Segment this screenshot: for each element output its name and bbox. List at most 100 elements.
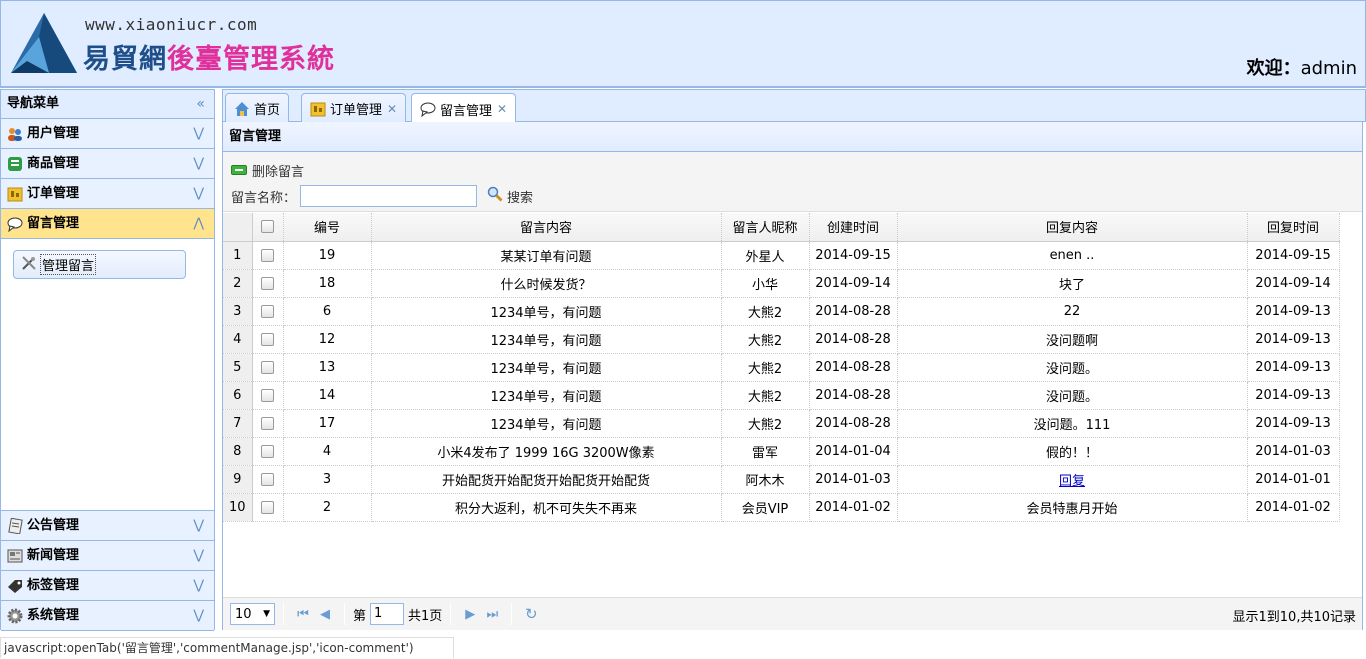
cell-content: 1234单号，有问题 (371, 297, 722, 326)
pager-separator (511, 603, 513, 625)
close-icon[interactable]: ✕ (387, 102, 397, 116)
tab-bar: 首页 订单管理 ✕ 留言管理 ✕ (222, 89, 1366, 124)
search-button-label: 搜索 (507, 190, 534, 206)
delete-comment-label: 删除留言 (252, 164, 305, 180)
table-row[interactable]: 2 18 什么时候发货？ 小华 2014-09-14 块了 2014-09-14 (223, 269, 1340, 298)
sidebar-group-label: 标签管理 (27, 578, 80, 593)
table-row[interactable]: 5 13 1234单号，有问题 大熊2 2014-08-28 没问题。 2014-09-13 (223, 353, 1340, 382)
row-checkbox[interactable] (261, 388, 274, 402)
cell-content: 1234单号，有问题 (371, 381, 722, 410)
notice-icon (7, 517, 23, 534)
prev-page-icon[interactable]: ◀ (314, 607, 336, 622)
next-page-icon[interactable]: ▶ (459, 607, 481, 622)
cell-reply-time: 2014-09-14 (1247, 269, 1340, 298)
page-total: 共1页 (408, 608, 443, 624)
cell-id: 19 (283, 241, 372, 270)
row-checkbox[interactable] (261, 248, 274, 262)
select-all-header[interactable] (252, 213, 284, 242)
comment-panel: 留言管理 删除留言 留言名称： 搜索 编号 留言内容 留言人昵称 创建时间 回复… (222, 122, 1363, 630)
column-header-reply-time[interactable]: 回复时间 (1247, 213, 1340, 242)
collapse-sidebar-icon[interactable]: « (196, 90, 205, 118)
cell-nickname: 大熊2 (721, 409, 810, 438)
delete-icon (231, 165, 247, 175)
cell-created: 2014-08-28 (809, 297, 898, 326)
table-row[interactable]: 7 17 1234单号，有问题 大熊2 2014-08-28 没问题。111 2014-09… (223, 409, 1340, 438)
cell-content: 小米4发布了 1999 16G 3200W像素 (371, 437, 722, 466)
news-icon (7, 548, 23, 564)
sidebar-group-system[interactable]: 系统管理 ⋁ (1, 601, 214, 631)
sidebar-group-label: 系统管理 (27, 608, 80, 623)
table-row[interactable]: 1 19 某某订单有问题 外星人 2014-09-15 enen .. 2014-09-15 (223, 241, 1340, 270)
sidebar-group-tags[interactable]: 标签管理 ⋁ (1, 571, 214, 601)
page-size-select[interactable]: 10 ▼ (230, 603, 275, 625)
tab-label: 首页 (254, 103, 281, 118)
row-checkbox[interactable] (261, 276, 274, 290)
table-body: 1 19 某某订单有问题 外星人 2014-09-15 enen .. 2014-09-15… (223, 241, 1340, 522)
table-row[interactable]: 8 4 小米4发布了 1999 16G 3200W像素 雷军 2014-01-04 假的！… (223, 437, 1340, 466)
cell-content: 1234单号，有问题 (371, 353, 722, 382)
column-header-reply[interactable]: 回复内容 (897, 213, 1248, 242)
row-checkbox[interactable] (261, 360, 274, 374)
search-icon (487, 186, 503, 206)
row-checkbox[interactable] (261, 500, 274, 514)
table-row[interactable]: 6 14 1234单号，有问题 大熊2 2014-08-28 没问题。 2014-09-13 (223, 381, 1340, 410)
tab-label: 订单管理 (330, 103, 383, 118)
row-checkbox[interactable] (261, 416, 274, 430)
cell-created: 2014-09-14 (809, 269, 898, 298)
tab-comments[interactable]: 留言管理 ✕ (411, 93, 517, 124)
delete-comment-button[interactable]: 删除留言 (231, 161, 304, 180)
cell-reply: 没问题。 (897, 353, 1248, 382)
sidebar-title-text: 导航菜单 (7, 96, 60, 111)
tab-orders[interactable]: 订单管理 ✕ (301, 93, 407, 123)
reply-link[interactable]: 回复 (1059, 474, 1085, 489)
row-checkbox-cell (252, 297, 284, 326)
header: www.xiaoniucr.com 易貿網後臺管理系統 欢迎：admin (0, 0, 1366, 88)
cell-nickname: 大熊2 (721, 353, 810, 382)
sidebar-group-orders[interactable]: 订单管理 ⋁ (1, 179, 214, 209)
sidebar-group-news[interactable]: 新闻管理 ⋁ (1, 541, 214, 571)
cell-reply-time: 2014-09-13 (1247, 381, 1340, 410)
cell-reply: 回复 (897, 465, 1248, 494)
page-number-input[interactable]: 1 (370, 603, 405, 625)
table-row[interactable]: 4 12 1234单号，有问题 大熊2 2014-08-28 没问题啊 2014-09-13 (223, 325, 1340, 354)
comment-grid: 编号 留言内容 留言人昵称 创建时间 回复内容 回复时间 1 19 某某订单有问题外… (223, 213, 1362, 597)
row-checkbox[interactable] (261, 444, 274, 458)
cell-created: 2014-08-28 (809, 381, 898, 410)
row-checkbox[interactable] (261, 472, 274, 486)
tab-home[interactable]: 首页 (225, 93, 290, 123)
first-page-icon[interactable]: ⏮ (292, 607, 314, 622)
select-all-checkbox[interactable] (261, 220, 274, 234)
order-icon (310, 101, 326, 117)
panel-title: 留言管理 (223, 122, 1362, 152)
table-row[interactable]: 10 2 积分大返利，机不可失失不再来 会员VIP 2014-01-02 会员特惠月开始 2… (223, 493, 1340, 522)
row-number: 10 (223, 493, 253, 522)
cell-id: 4 (283, 437, 372, 466)
cell-reply-time: 2014-09-13 (1247, 297, 1340, 326)
column-header-nickname[interactable]: 留言人昵称 (721, 213, 810, 242)
refresh-icon[interactable]: ↻ (520, 605, 542, 623)
search-input[interactable] (300, 185, 478, 207)
search-button[interactable]: 搜索 (487, 186, 533, 206)
column-header-created[interactable]: 创建时间 (809, 213, 898, 242)
chevron-down-icon: ⋁ (193, 126, 204, 141)
goods-icon (7, 156, 23, 172)
row-checkbox[interactable] (261, 304, 274, 318)
row-checkbox[interactable] (261, 332, 274, 346)
sidebar-group-comments[interactable]: 留言管理 ⋀ (1, 209, 214, 239)
sidebar-group-goods[interactable]: 商品管理 ⋁ (1, 149, 214, 179)
sidebar-item-manage-comments[interactable]: 管理留言 (13, 250, 186, 279)
table-row[interactable]: 3 6 1234单号，有问题 大熊2 2014-08-28 22 2014-09-13 (223, 297, 1340, 326)
column-header-id[interactable]: 编号 (283, 213, 372, 242)
sidebar-group-users[interactable]: 用户管理 ⋁ (1, 119, 214, 149)
cell-nickname: 阿木木 (721, 465, 810, 494)
row-number: 8 (223, 437, 253, 466)
site-title-part2: 後臺管理系統 (167, 44, 335, 75)
close-icon[interactable]: ✕ (497, 102, 507, 116)
row-number: 3 (223, 297, 253, 326)
column-header-content[interactable]: 留言内容 (371, 213, 722, 242)
last-page-icon[interactable]: ⏭ (481, 607, 503, 622)
home-icon (234, 101, 250, 117)
table-row[interactable]: 9 3 开始配货开始配货开始配货开始配货 阿木木 2014-01-03 回复 2014-01… (223, 465, 1340, 494)
cell-created: 2014-01-02 (809, 493, 898, 522)
sidebar-group-notices[interactable]: 公告管理 ⋁ (1, 511, 214, 541)
